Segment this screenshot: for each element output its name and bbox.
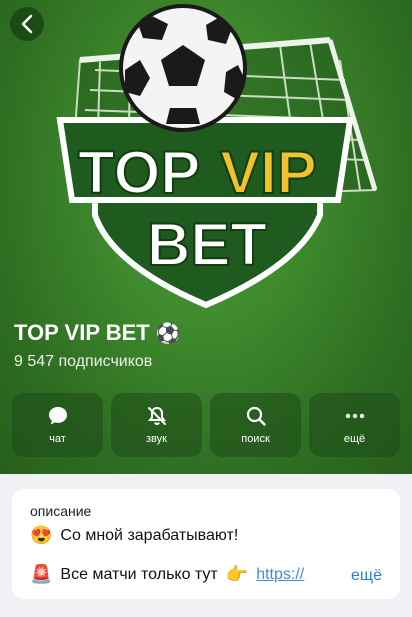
search-button[interactable]: поиск [210,393,301,457]
search-icon [246,406,266,426]
logo-text-top: TOP [78,139,200,206]
subscriber-count: 9 547 подписчиков [14,353,153,370]
mute-button[interactable]: звук [111,393,202,457]
action-bar: чат звук поиск ещё [12,393,400,457]
show-more-link[interactable]: ещё [345,567,382,585]
soccer-ball-icon [119,4,247,132]
channel-logo-image: TOP VIP BET [56,4,378,309]
mute-label: звук [146,433,167,445]
description-text-2: Все матчи только тут [60,565,218,583]
description-card: описание 😍 Со мной зарабатывают! 🚨 Все м… [12,489,400,599]
chevron-left-icon [21,14,33,34]
description-line-1: 😍 Со мной зарабатывают! [30,525,382,546]
description-label: описание [30,503,92,519]
search-label: поиск [241,433,270,445]
channel-header: TOP VIP BET TOP VIP BET ⚽ 9 547 подписчи… [0,0,412,474]
more-icon [345,413,364,419]
soccer-emoji: ⚽ [155,322,181,345]
bell-off-icon [147,406,166,426]
chat-button[interactable]: чат [12,393,103,457]
description-text-1: Со мной зарабатывают! [60,526,239,544]
chat-label: чат [49,433,66,445]
channel-name: TOP VIP BET [14,320,150,345]
channel-title: TOP VIP BET ⚽ [14,320,181,346]
back-button[interactable] [10,7,44,41]
pointing-hand-emoji: 👉 [225,564,249,584]
description-link[interactable]: https:// [256,566,304,584]
siren-emoji: 🚨 [30,564,53,584]
logo-text-bet: BET [147,211,267,278]
more-button[interactable]: ещё [309,393,400,457]
heart-eyes-emoji: 😍 [30,525,53,545]
chat-icon [48,407,67,425]
more-label: ещё [343,433,366,445]
description-line-2: 🚨 Все матчи только тут 👉 https:// [30,564,382,585]
logo-text-vip: VIP [220,139,317,206]
